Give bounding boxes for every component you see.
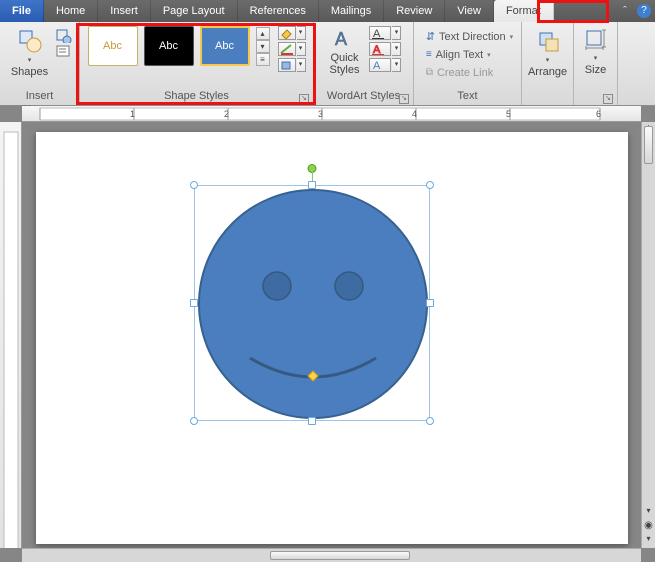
- size-button[interactable]: ▾ Size: [580, 26, 612, 78]
- group-arrange: ▾ Arrange: [522, 22, 574, 105]
- shape-fill-button[interactable]: ▾: [278, 26, 306, 40]
- resize-handle-s[interactable]: [308, 417, 316, 425]
- scroll-thumb-h[interactable]: [270, 551, 410, 560]
- tab-file[interactable]: File: [0, 0, 44, 22]
- text-effects-button[interactable]: A▾: [369, 58, 401, 72]
- gallery-scroll[interactable]: ▴ ▾ ≡: [256, 27, 270, 66]
- group-text: ⇵Text Direction ▾ ≡Align Text ▾ ⧉Create …: [414, 22, 522, 105]
- group-label-shape-styles: Shape Styles↘: [86, 89, 307, 105]
- svg-text:6: 6: [596, 109, 601, 119]
- group-insert-shapes: ▾ Shapes Insert Shapes: [0, 22, 80, 105]
- group-wordart-styles: A Quick Styles A▾ A▾ A▾ WordArt Styles↘: [314, 22, 414, 105]
- shape-outline-button[interactable]: ▾: [278, 42, 306, 56]
- text-effects-icon: A: [370, 59, 390, 71]
- svg-text:4: 4: [412, 109, 417, 119]
- shapes-icon: [17, 28, 43, 54]
- text-direction-button[interactable]: ⇵Text Direction ▾: [426, 29, 513, 44]
- group-size: ▾ Size ↘: [574, 22, 618, 105]
- shapes-gallery-button[interactable]: ▾ Shapes: [7, 26, 52, 80]
- shape-effects-button[interactable]: ▾: [278, 58, 306, 72]
- svg-text:3: 3: [318, 109, 323, 119]
- style-preset-2[interactable]: Abc: [144, 26, 194, 66]
- svg-text:A: A: [373, 44, 381, 55]
- align-text-button[interactable]: ≡Align Text ▾: [426, 47, 513, 62]
- text-outline-button[interactable]: A▾: [369, 42, 401, 56]
- tab-mailings[interactable]: Mailings: [319, 0, 384, 22]
- vertical-ruler[interactable]: [0, 122, 22, 548]
- arrange-icon: [535, 28, 561, 54]
- resize-handle-n[interactable]: [308, 181, 316, 189]
- gallery-more-icon[interactable]: ≡: [256, 53, 270, 66]
- tab-view[interactable]: View: [445, 0, 494, 22]
- shape-selection-frame[interactable]: [194, 185, 430, 421]
- group-label-wordart: WordArt Styles↘: [320, 89, 407, 105]
- arrange-label: Arrange: [528, 66, 567, 78]
- shape-style-gallery[interactable]: Abc Abc Abc ▴ ▾ ≡: [88, 26, 270, 66]
- quick-styles-icon: A: [333, 28, 357, 50]
- text-outline-icon: A: [370, 43, 390, 55]
- tab-pagelayout[interactable]: Page Layout: [151, 0, 238, 22]
- dialog-launcher-icon[interactable]: ↘: [299, 94, 309, 104]
- text-direction-icon: ⇵: [426, 30, 435, 43]
- document-area: 1 2 3 4 5 6: [0, 106, 655, 562]
- resize-handle-e[interactable]: [426, 299, 434, 307]
- size-icon: [584, 28, 608, 52]
- scroll-down-icon[interactable]: ▾: [642, 506, 655, 520]
- gallery-down-icon[interactable]: ▾: [256, 40, 270, 53]
- style-preset-3[interactable]: Abc: [200, 26, 250, 66]
- minimize-ribbon-icon[interactable]: ˆ: [615, 0, 635, 22]
- resize-handle-ne[interactable]: [426, 181, 434, 189]
- pencil-icon: [279, 43, 295, 55]
- smiley-shape[interactable]: [195, 186, 431, 422]
- group-label-insert-shapes: Insert Shapes: [6, 89, 73, 105]
- horizontal-scrollbar[interactable]: [22, 548, 641, 562]
- svg-text:A: A: [373, 60, 381, 71]
- resize-handle-nw[interactable]: [190, 181, 198, 189]
- quick-styles-button[interactable]: A Quick Styles: [326, 26, 364, 78]
- tab-format[interactable]: Format: [494, 0, 554, 22]
- create-link-button: ⧉Create Link: [426, 65, 513, 80]
- next-page-icon[interactable]: ▾: [642, 534, 655, 548]
- align-text-icon: ≡: [426, 49, 432, 60]
- size-label: Size: [585, 64, 606, 76]
- ribbon-tabstrip: File Home Insert Page Layout References …: [0, 0, 655, 22]
- vertical-scrollbar[interactable]: ▴ ▾ ◉ ▾: [641, 122, 655, 548]
- svg-text:1: 1: [130, 109, 135, 119]
- svg-text:5: 5: [506, 109, 511, 119]
- dialog-launcher-icon[interactable]: ↘: [399, 94, 409, 104]
- ribbon: ▾ Shapes Insert Shapes Abc Abc Abc ▴ ▾ ≡: [0, 22, 655, 106]
- text-fill-button[interactable]: A▾: [369, 26, 401, 40]
- fill-bucket-icon: [279, 27, 295, 39]
- resize-handle-sw[interactable]: [190, 417, 198, 425]
- svg-text:2: 2: [224, 109, 229, 119]
- tab-references[interactable]: References: [238, 0, 319, 22]
- resize-handle-w[interactable]: [190, 299, 198, 307]
- text-box-icon[interactable]: [56, 45, 72, 59]
- scroll-thumb-v[interactable]: [644, 126, 653, 164]
- resize-handle-se[interactable]: [426, 417, 434, 425]
- edit-shape-icon[interactable]: [56, 29, 72, 43]
- tab-insert[interactable]: Insert: [98, 0, 151, 22]
- tab-review[interactable]: Review: [384, 0, 445, 22]
- arrange-button[interactable]: ▾ Arrange: [524, 26, 571, 80]
- group-shape-styles: Abc Abc Abc ▴ ▾ ≡ ▾ ▾ ▾: [80, 22, 314, 105]
- svg-text:A: A: [335, 29, 347, 49]
- group-label-size: ↘: [580, 89, 611, 105]
- group-label-arrange: [528, 89, 567, 105]
- prev-page-icon[interactable]: ◉: [642, 520, 655, 534]
- svg-text:A: A: [373, 28, 381, 39]
- link-icon: ⧉: [426, 67, 433, 78]
- help-icon[interactable]: ?: [637, 4, 651, 18]
- style-preset-1[interactable]: Abc: [88, 26, 138, 66]
- dialog-launcher-icon[interactable]: ↘: [603, 94, 613, 104]
- gallery-up-icon[interactable]: ▴: [256, 27, 270, 40]
- text-fill-icon: A: [370, 27, 390, 39]
- shapes-label: Shapes: [11, 66, 48, 78]
- quick-styles-label: Quick Styles: [330, 52, 360, 76]
- horizontal-ruler[interactable]: 1 2 3 4 5 6: [22, 106, 641, 122]
- effects-icon: [279, 59, 295, 71]
- document-page[interactable]: [36, 132, 628, 544]
- group-label-text: Text: [420, 89, 515, 105]
- tab-home[interactable]: Home: [44, 0, 98, 22]
